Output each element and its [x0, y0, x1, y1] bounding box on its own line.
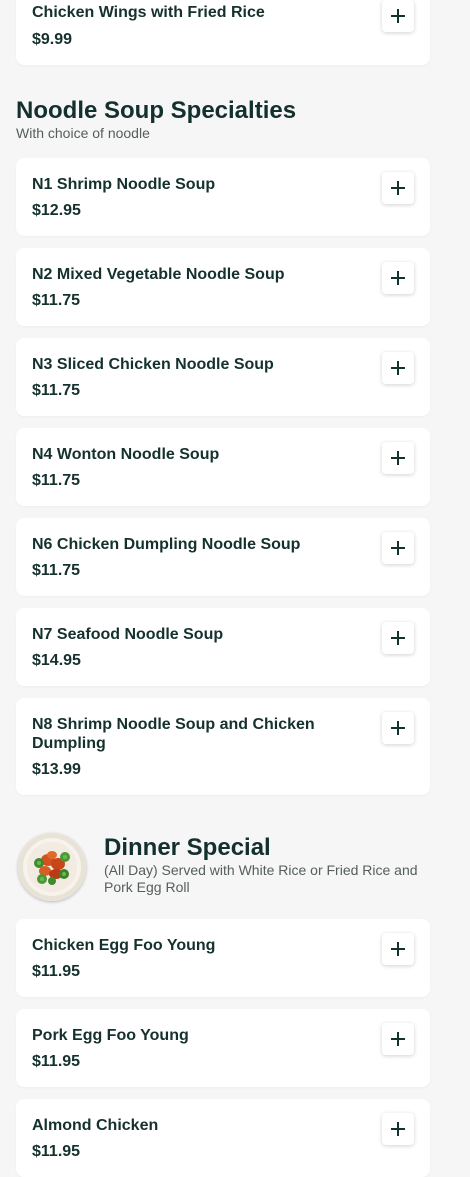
menu-item-card[interactable]: Chicken Wings with Fried Rice $9.99 [16, 0, 430, 65]
item-price: $9.99 [32, 31, 73, 48]
plus-icon [391, 181, 405, 195]
item-name: N3 Sliced Chicken Noodle Soup [32, 356, 274, 373]
plus-icon [391, 9, 405, 23]
item-price: $11.95 [32, 963, 81, 980]
section-subtitle: (All Day) Served with White Rice or Frie… [104, 862, 418, 895]
item-price: $11.95 [32, 1053, 81, 1070]
menu-item-card[interactable]: Almond Chicken $11.95 [16, 1099, 430, 1177]
menu-item-card[interactable]: Pork Egg Foo Young $11.95 [16, 1009, 430, 1087]
plus-icon [391, 721, 405, 735]
item-price: $11.75 [32, 562, 81, 579]
add-item-button[interactable] [382, 1023, 414, 1055]
plus-icon [391, 1122, 405, 1136]
add-item-button[interactable] [382, 352, 414, 384]
add-item-button[interactable] [382, 933, 414, 965]
item-price: $14.95 [32, 652, 81, 669]
item-name: Almond Chicken [32, 1117, 159, 1134]
item-price: $11.75 [32, 382, 81, 399]
item-name: N7 Seafood Noodle Soup [32, 626, 224, 643]
section-subtitle: With choice of noodle [16, 125, 150, 141]
plus-icon [391, 271, 405, 285]
item-name: Pork Egg Foo Young [32, 1027, 189, 1044]
plus-icon [391, 451, 405, 465]
menu-item-card[interactable]: N4 Wonton Noodle Soup $11.75 [16, 428, 430, 506]
plus-icon [391, 1032, 405, 1046]
add-item-button[interactable] [382, 622, 414, 654]
menu-item-card[interactable]: N7 Seafood Noodle Soup $14.95 [16, 608, 430, 686]
section-title: Dinner Special [104, 834, 271, 861]
item-name: Chicken Wings with Fried Rice [32, 4, 265, 21]
item-price: $11.75 [32, 292, 81, 309]
dish-photo-icon [18, 833, 86, 901]
add-item-button[interactable] [382, 1113, 414, 1145]
add-item-button[interactable] [382, 0, 414, 32]
add-item-button[interactable] [382, 712, 414, 744]
add-item-button[interactable] [382, 172, 414, 204]
item-name: N2 Mixed Vegetable Noodle Soup [32, 266, 285, 283]
menu-item-card[interactable]: N1 Shrimp Noodle Soup $12.95 [16, 158, 430, 236]
menu-item-card[interactable]: Chicken Egg Foo Young $11.95 [16, 919, 430, 997]
item-name: N8 Shrimp Noodle Soup and Chicken Dumpli… [32, 716, 315, 752]
plus-icon [391, 361, 405, 375]
add-item-button[interactable] [382, 442, 414, 474]
menu-item-card[interactable]: N3 Sliced Chicken Noodle Soup $11.75 [16, 338, 430, 416]
add-item-button[interactable] [382, 532, 414, 564]
plus-icon [391, 942, 405, 956]
item-name: N4 Wonton Noodle Soup [32, 446, 220, 463]
item-name: Chicken Egg Foo Young [32, 937, 216, 954]
menu-item-card[interactable]: N2 Mixed Vegetable Noodle Soup $11.75 [16, 248, 430, 326]
add-item-button[interactable] [382, 262, 414, 294]
item-price: $11.95 [32, 1143, 81, 1160]
dinner-special-image [18, 833, 86, 901]
menu-item-card[interactable]: N6 Chicken Dumpling Noodle Soup $11.75 [16, 518, 430, 596]
section-title: Noodle Soup Specialties [16, 97, 297, 124]
item-price: $12.95 [32, 202, 81, 219]
item-price: $13.99 [32, 761, 81, 778]
item-name: N6 Chicken Dumpling Noodle Soup [32, 536, 301, 553]
plus-icon [391, 541, 405, 555]
item-name: N1 Shrimp Noodle Soup [32, 176, 216, 193]
item-price: $11.75 [32, 472, 81, 489]
plus-icon [391, 631, 405, 645]
menu-item-card[interactable]: N8 Shrimp Noodle Soup and Chicken Dumpli… [16, 698, 430, 795]
